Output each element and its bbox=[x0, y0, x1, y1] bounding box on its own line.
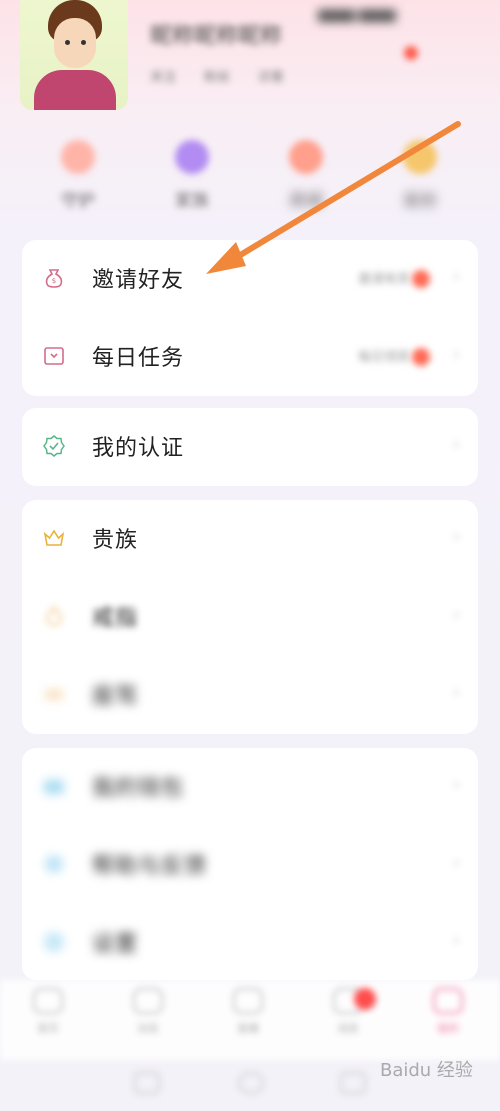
menu-label: 座驾 bbox=[92, 684, 139, 709]
me-icon bbox=[433, 988, 463, 1014]
nav-label: 直播 bbox=[237, 1022, 259, 1035]
family-icon bbox=[175, 140, 209, 174]
red-dot bbox=[412, 348, 430, 366]
menu-label: 贵族 bbox=[92, 528, 139, 553]
menu-item-daily-tasks[interactable]: 每日任务 每日领奖 › bbox=[22, 318, 478, 396]
nav-me[interactable]: 我的 bbox=[418, 988, 478, 1036]
menu-item-settings[interactable]: 设置 › bbox=[22, 904, 478, 982]
chevron-right-icon: › bbox=[452, 774, 460, 795]
quick-mall[interactable]: 商城 bbox=[266, 140, 346, 211]
nav-label: 首页 bbox=[37, 1022, 59, 1035]
menu-card-invite: $ 邀请好友 邀请有奖 › 每日任务 每日领奖 › bbox=[22, 240, 478, 396]
quick-dressup[interactable]: 装扮 bbox=[380, 140, 460, 211]
menu-system-icon[interactable] bbox=[134, 1072, 160, 1094]
settings-icon bbox=[44, 932, 64, 952]
stat-visitors[interactable]: 访客 bbox=[258, 66, 284, 85]
chevron-right-icon: › bbox=[452, 604, 460, 625]
nav-label: 我的 bbox=[437, 1022, 459, 1035]
nav-moments[interactable]: 动态 bbox=[118, 988, 178, 1036]
home-system-icon[interactable] bbox=[238, 1072, 264, 1094]
menu-item-invite-friends[interactable]: $ 邀请好友 邀请有奖 › bbox=[22, 240, 478, 318]
badge-check-icon bbox=[43, 435, 65, 457]
menu-label: 邀请好友 bbox=[92, 268, 185, 293]
stat-followers[interactable]: 粉丝 bbox=[204, 66, 230, 85]
nav-label: 动态 bbox=[137, 1022, 159, 1035]
message-badge bbox=[354, 988, 376, 1010]
profile-stats: 关注 粉丝 访客 bbox=[150, 66, 284, 85]
notification-dot bbox=[404, 46, 418, 60]
svg-text:$: $ bbox=[52, 277, 56, 285]
crown-icon bbox=[43, 529, 65, 546]
chevron-right-icon: › bbox=[452, 434, 460, 455]
menu-extra: 邀请有奖 bbox=[357, 272, 410, 287]
quick-label: 商城 bbox=[289, 191, 323, 211]
help-icon bbox=[45, 855, 63, 873]
chevron-right-icon: › bbox=[452, 266, 460, 287]
guard-icon bbox=[61, 140, 95, 174]
menu-item-ring[interactable]: 戒指 › bbox=[22, 578, 478, 656]
live-icon bbox=[233, 988, 263, 1014]
money-bag-icon: $ bbox=[45, 269, 63, 288]
menu-item-help[interactable]: 帮助与反馈 › bbox=[22, 826, 478, 904]
profile-header: 昵称昵称昵称 关注 粉丝 访客 ▇▇▇▇ ▇▇▇▇ bbox=[0, 0, 500, 130]
stat-following[interactable]: 关注 bbox=[150, 66, 176, 85]
watermark: Baidu 经验 bbox=[380, 1060, 473, 1081]
menu-card-privileges: 贵族 › 戒指 › 座驾 › bbox=[22, 500, 478, 734]
menu-label: 每日任务 bbox=[92, 346, 185, 371]
menu-card-settings: 我的钱包 › 帮助与反馈 › 设置 › bbox=[22, 748, 478, 980]
nav-home[interactable]: 首页 bbox=[18, 988, 78, 1036]
wallet-icon bbox=[44, 780, 64, 794]
mall-icon bbox=[289, 140, 323, 174]
nickname[interactable]: 昵称昵称昵称 bbox=[150, 18, 282, 50]
moments-icon bbox=[133, 988, 163, 1014]
task-box-icon bbox=[44, 347, 64, 365]
chevron-right-icon: › bbox=[452, 344, 460, 365]
menu-item-car[interactable]: 座驾 › bbox=[22, 656, 478, 734]
ring-icon bbox=[46, 606, 62, 626]
quick-label: 守护 bbox=[61, 191, 95, 211]
nav-live[interactable]: 直播 bbox=[218, 988, 278, 1036]
quick-actions: 守护 家族 商城 装扮 bbox=[0, 140, 500, 220]
red-dot bbox=[412, 270, 430, 288]
menu-extra: 每日领奖 bbox=[357, 350, 410, 365]
car-icon bbox=[45, 690, 63, 699]
menu-item-nobility[interactable]: 贵族 › bbox=[22, 500, 478, 578]
bottom-nav: 首页 动态 直播 消息 我的 bbox=[0, 980, 500, 1060]
back-system-icon[interactable] bbox=[340, 1072, 366, 1094]
nav-messages[interactable]: 消息 bbox=[318, 988, 378, 1036]
quick-family[interactable]: 家族 bbox=[152, 140, 232, 211]
menu-label: 帮助与反馈 bbox=[92, 854, 208, 879]
menu-item-certification[interactable]: 我的认证 › bbox=[22, 408, 478, 486]
quick-guard[interactable]: 守护 bbox=[38, 140, 118, 211]
dressup-icon bbox=[403, 140, 437, 174]
top-right-info: ▇▇▇▇ ▇▇▇▇ bbox=[318, 8, 396, 22]
menu-label: 我的认证 bbox=[92, 436, 185, 461]
menu-item-wallet[interactable]: 我的钱包 › bbox=[22, 748, 478, 826]
quick-label: 家族 bbox=[175, 191, 209, 211]
home-icon bbox=[33, 988, 63, 1014]
menu-label: 戒指 bbox=[92, 606, 139, 631]
chevron-right-icon: › bbox=[452, 526, 460, 547]
quick-label: 装扮 bbox=[403, 191, 437, 211]
menu-card-certification: 我的认证 › bbox=[22, 408, 478, 486]
chevron-right-icon: › bbox=[452, 930, 460, 951]
menu-label: 我的钱包 bbox=[92, 776, 185, 801]
nav-label: 消息 bbox=[337, 1022, 359, 1035]
avatar[interactable] bbox=[20, 0, 128, 110]
chevron-right-icon: › bbox=[452, 682, 460, 703]
menu-label: 设置 bbox=[92, 932, 139, 957]
chevron-right-icon: › bbox=[452, 852, 460, 873]
